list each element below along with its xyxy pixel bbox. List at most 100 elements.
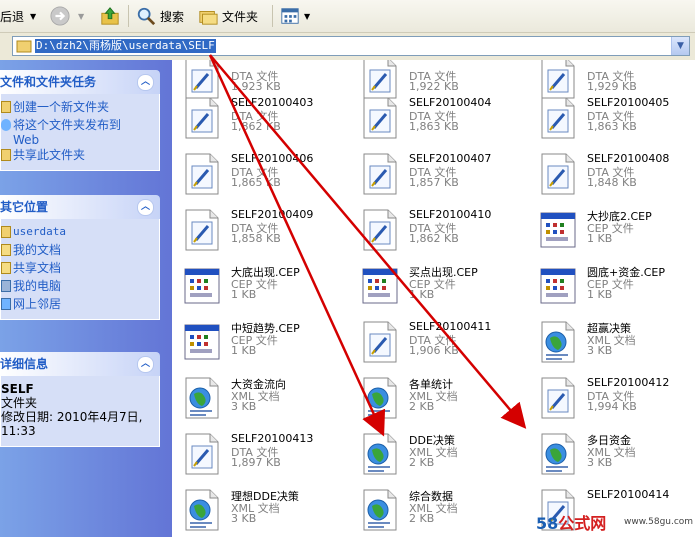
file-size: 3 KB: [587, 344, 613, 357]
address-dropdown-button[interactable]: ▼: [671, 37, 689, 55]
file-item[interactable]: SELF20100406 DTA 文件 1,865 KB: [174, 146, 344, 198]
detail-modified: 修改日期: 2010年4月7日,: [1, 410, 143, 424]
place-my-computer[interactable]: 我的电脑: [1, 277, 159, 295]
back-button[interactable]: 后退 ▼: [0, 4, 36, 28]
file-item[interactable]: SELF20100413 DTA 文件 1,897 KB: [174, 426, 344, 478]
file-item[interactable]: SELF20100409 DTA 文件 1,858 KB: [174, 202, 344, 254]
dta-file-icon: [541, 377, 575, 419]
cep-file-icon: [540, 268, 576, 304]
file-item[interactable]: SELF20100411 DTA 文件 1,906 KB: [352, 314, 522, 366]
place-label: userdata: [13, 225, 66, 238]
file-size: 3 KB: [231, 512, 257, 525]
views-button[interactable]: ▼: [280, 4, 310, 28]
collapse-chevron-icon[interactable]: ︿: [137, 356, 154, 373]
xml-file-icon: [541, 433, 575, 475]
folder-icon: [1, 226, 11, 238]
collapse-chevron-icon[interactable]: ︿: [137, 74, 154, 91]
my-documents-icon: [1, 244, 11, 256]
dta-file-icon: [185, 153, 219, 195]
file-item[interactable]: 大资金流向 XML 文档 3 KB: [174, 370, 344, 422]
back-dropdown-icon[interactable]: ▼: [30, 12, 36, 21]
dta-file-icon: [185, 209, 219, 251]
forward-button[interactable]: ▼: [50, 4, 84, 28]
xml-file-icon: [363, 377, 397, 419]
file-item[interactable]: 综合数据 XML 文档 2 KB: [352, 482, 522, 534]
xml-file-icon: [185, 377, 219, 419]
folders-label: 文件夹: [222, 9, 259, 24]
back-label: 后退: [0, 9, 25, 24]
views-icon: [281, 8, 299, 24]
file-item[interactable]: SELF20100403 DTA 文件 1,862 KB: [174, 90, 344, 142]
file-item[interactable]: SELF20100407 DTA 文件 1,857 KB: [352, 146, 522, 198]
search-icon: [137, 7, 156, 26]
details-panel-header[interactable]: 详细信息 ︿: [0, 352, 160, 376]
file-item[interactable]: DDE决策 XML 文档 2 KB: [352, 426, 522, 478]
file-size: 1,862 KB: [409, 232, 459, 245]
tasks-panel-header[interactable]: 文件和文件夹任务 ︿: [0, 70, 160, 94]
file-item[interactable]: SELF20100408 DTA 文件 1,848 KB: [530, 146, 695, 198]
places-panel-header[interactable]: 其它位置 ︿: [0, 195, 160, 219]
cep-file-icon: [362, 268, 398, 304]
shared-documents-icon: [1, 262, 11, 274]
file-size: 1,858 KB: [231, 232, 281, 245]
task-pane: 文件和文件夹任务 ︿ 创建一个新文件夹 将这个文件夹发布到 Web 共享此文件夹…: [0, 60, 172, 537]
file-item[interactable]: SELF20100404 DTA 文件 1,863 KB: [352, 90, 522, 142]
xml-file-icon: [363, 489, 397, 531]
file-size: 3 KB: [231, 400, 257, 413]
file-item[interactable]: 大底出现.CEP CEP 文件 1 KB: [174, 258, 344, 310]
address-input[interactable]: D:\dzh2\雨杨版\userdata\SELF ▼: [12, 36, 690, 56]
dta-file-icon: [363, 321, 397, 363]
task-share-folder[interactable]: 共享此文件夹: [1, 146, 159, 164]
share-folder-icon: [1, 149, 11, 161]
file-size: 2 KB: [409, 456, 435, 469]
file-name: SELF20100414: [587, 488, 670, 501]
file-item[interactable]: 圆底+资金.CEP CEP 文件 1 KB: [530, 258, 695, 310]
file-size: 1 KB: [587, 232, 613, 245]
up-folder-button[interactable]: [100, 4, 124, 28]
task-publish-web-cont[interactable]: Web: [1, 134, 159, 146]
places-panel: 其它位置 ︿ userdata 我的文档 共享文档 我的电脑 网上邻居: [0, 195, 160, 320]
file-size: 1,848 KB: [587, 176, 637, 189]
folders-button[interactable]: 文件夹: [198, 4, 258, 28]
details-panel-body: SELF 文件夹 修改日期: 2010年4月7日, 11:33: [0, 376, 160, 447]
file-size: 3 KB: [587, 456, 613, 469]
places-panel-title: 其它位置: [0, 200, 49, 214]
place-label: 共享文档: [13, 261, 62, 275]
file-item[interactable]: 买点出现.CEP CEP 文件 1 KB: [352, 258, 522, 310]
cep-file-icon: [184, 268, 220, 304]
place-my-documents[interactable]: 我的文档: [1, 241, 159, 259]
details-panel-title: 详细信息: [0, 357, 49, 371]
place-shared-documents[interactable]: 共享文档: [1, 259, 159, 277]
file-item[interactable]: 各单统计 XML 文档 2 KB: [352, 370, 522, 422]
forward-dropdown-icon[interactable]: ▼: [78, 12, 84, 21]
file-item[interactable]: 中短趋势.CEP CEP 文件 1 KB: [174, 314, 344, 366]
address-path[interactable]: D:\dzh2\雨杨版\userdata\SELF: [35, 39, 216, 53]
detail-time: 11:33: [1, 424, 36, 438]
task-new-folder[interactable]: 创建一个新文件夹: [1, 98, 159, 116]
place-userdata[interactable]: userdata: [1, 223, 159, 241]
file-item[interactable]: 多日资金 XML 文档 3 KB: [530, 426, 695, 478]
file-item[interactable]: SELF20100405 DTA 文件 1,863 KB: [530, 90, 695, 142]
file-size: 2 KB: [409, 400, 435, 413]
watermark-text: 公式网: [558, 514, 607, 533]
tasks-panel-title: 文件和文件夹任务: [0, 75, 97, 89]
places-panel-body: userdata 我的文档 共享文档 我的电脑 网上邻居: [0, 219, 160, 320]
file-item[interactable]: 大抄底2.CEP CEP 文件 1 KB: [530, 202, 695, 254]
collapse-chevron-icon[interactable]: ︿: [137, 199, 154, 216]
file-list: DTA 文件 1,923 KB DTA 文件 1,922 KB DTA 文件 1,929 …: [172, 60, 695, 537]
watermark-num: 58: [536, 514, 559, 533]
file-item[interactable]: SELF20100412 DTA 文件 1,994 KB: [530, 370, 695, 422]
search-label: 搜索: [160, 9, 185, 24]
task-publish-web[interactable]: 将这个文件夹发布到: [1, 116, 159, 134]
watermark-url: www.58gu.com: [624, 517, 694, 527]
place-network[interactable]: 网上邻居: [1, 295, 159, 313]
views-dropdown-icon[interactable]: ▼: [304, 12, 310, 21]
toolbar-separator: [128, 5, 129, 27]
search-button[interactable]: 搜索: [136, 4, 184, 28]
file-size: 1,994 KB: [587, 400, 637, 413]
file-item[interactable]: 理想DDE决策 XML 文档 3 KB: [174, 482, 344, 534]
file-item[interactable]: SELF20100410 DTA 文件 1,862 KB: [352, 202, 522, 254]
watermark-logo: 58公式网: [536, 510, 606, 534]
dta-file-icon: [363, 153, 397, 195]
file-item[interactable]: 超赢决策 XML 文档 3 KB: [530, 314, 695, 366]
